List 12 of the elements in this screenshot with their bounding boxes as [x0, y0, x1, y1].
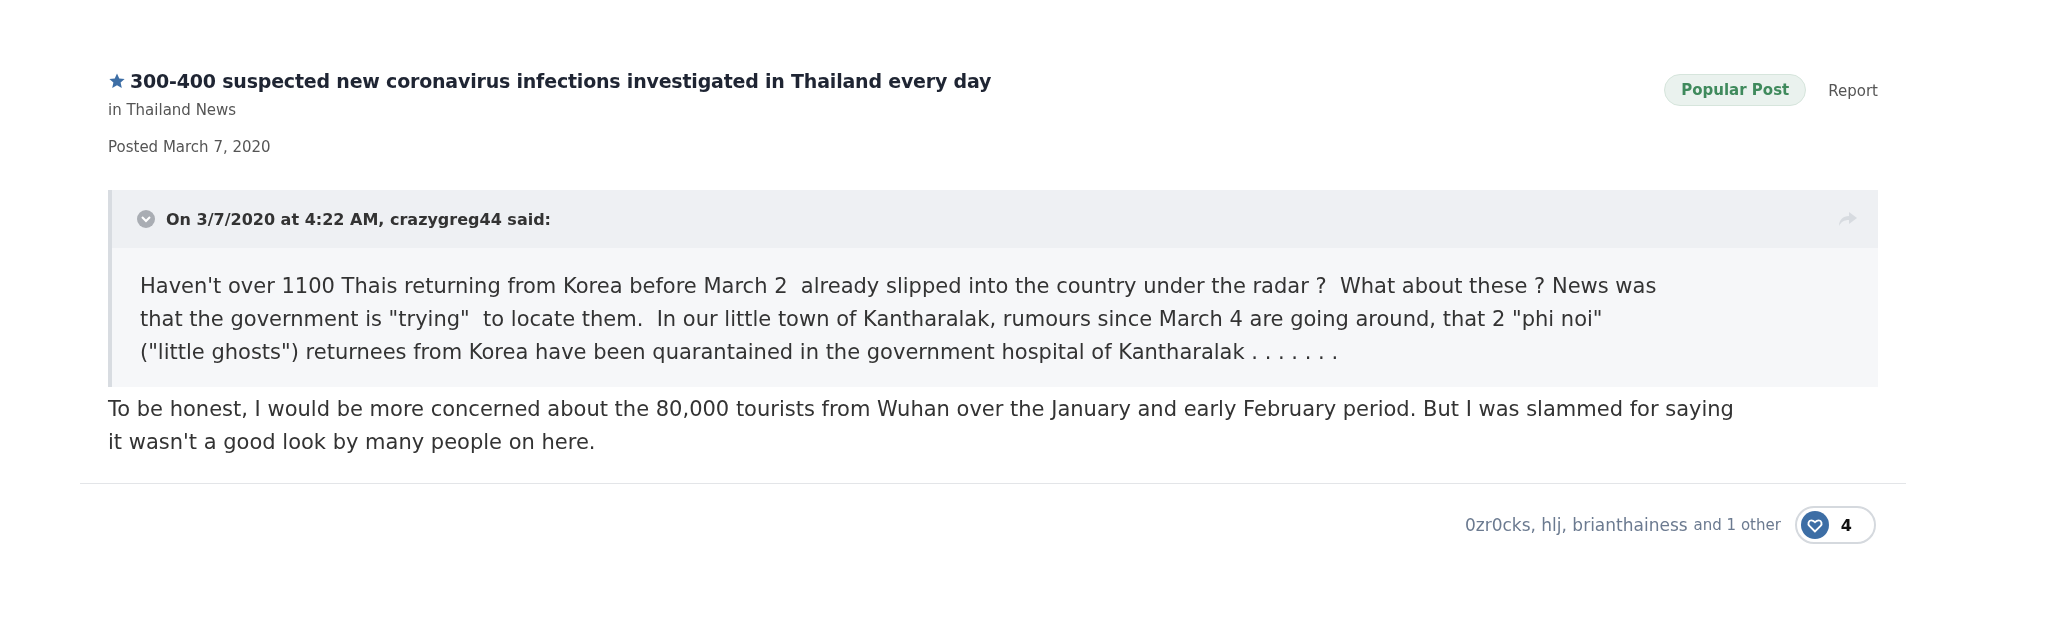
- quote-text: Haven't over 1100 Thais returning from Korea before March 2 already slipped into the country under the radar ? What about these ? News was that the government is "trying" to locate them. In our little town of Kantharalak, rumours since March 4 are going around, that 2 "phi noi" ("little ghosts") returnees from Korea have been quarantained in the government hospital of Kantharalak . . . . . . .: [139, 273, 1658, 366]
- reply-text: To be honest, I would be more concerned about the 80,000 tourists from Wuhan over the January and early February period. But I was slammed for saying it wasn't a good look by many people on here.: [108, 396, 1735, 456]
- post-date: Posted March 7, 2020: [108, 138, 272, 156]
- quote-attribution: On 3/7/2020 at 4:22 AM, crazygreg44 said:: [166, 209, 552, 229]
- forum-link[interactable]: in Thailand News: [108, 101, 992, 119]
- reaction-others[interactable]: and 1 other: [1693, 516, 1781, 534]
- report-link[interactable]: Report: [1828, 74, 1878, 100]
- like-button[interactable]: 4: [1794, 506, 1876, 544]
- collapse-icon[interactable]: [136, 209, 156, 229]
- popular-post-badge: Popular Post: [1664, 74, 1807, 106]
- post-title: 300-400 suspected new coronavirus infections investigated in Thailand every day: [130, 70, 992, 92]
- reaction-users[interactable]: 0zr0cks, hlj, brianthainess: [1464, 515, 1688, 535]
